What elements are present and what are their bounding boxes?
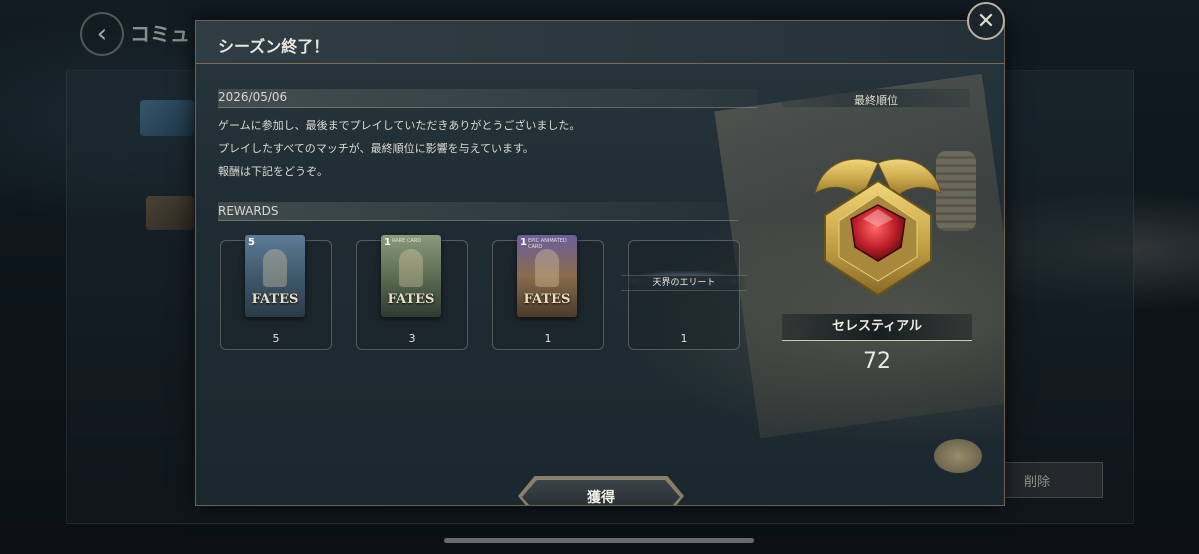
rank-name-bar: セレスティアル (782, 314, 972, 341)
coin-illustration (934, 439, 982, 473)
message-line: ゲームに参加し、最後までプレイしていただきありがとうございました。 (218, 119, 581, 132)
pack-name: FATES (251, 292, 299, 307)
epic-card-pack-icon: 1 EPIC ANIMATED CARD FATES (517, 235, 577, 317)
reward-item[interactable]: 1 RARE CARD FATES 3 (356, 235, 468, 350)
close-icon[interactable]: ✕ (967, 2, 1005, 40)
home-indicator (444, 538, 754, 543)
reward-quantity: 5 (272, 332, 280, 345)
rank-name: セレスティアル (831, 319, 923, 334)
message-line: 報酬は下記をどうぞ。 (218, 165, 328, 178)
celestial-rank-badge-icon (814, 158, 942, 297)
pack-tag: EPIC ANIMATED CARD (528, 238, 567, 250)
background-page-title: コミュ (130, 22, 190, 46)
pack-count: 1 (384, 237, 391, 248)
title-reward-banner: 天界のエリート (621, 275, 747, 291)
final-rank-header: 最終順位 (782, 89, 970, 107)
pack-name: FATES (387, 292, 435, 307)
rank-score: 72 (863, 349, 891, 374)
chest-icon (146, 196, 194, 230)
pack-count: 1 (520, 237, 527, 248)
reward-quantity: 1 (680, 332, 688, 345)
message-line: プレイしたすべてのマッチが、最終順位に影響を与えています。 (218, 142, 534, 155)
delete-button: 削除 (1003, 462, 1103, 498)
reward-item[interactable]: 5 FATES 5 (220, 235, 332, 350)
pack-count: 5 (248, 237, 255, 248)
rare-card-pack-icon: 1 RARE CARD FATES (381, 235, 441, 317)
mail-icon (140, 100, 194, 136)
season-end-modal: シーズン終了！ 2026/05/06 ゲームに参加し、最後までプレイしていただき… (195, 20, 1005, 506)
season-date: 2026/05/06 (218, 90, 288, 104)
card-pack-icon: 5 FATES (245, 235, 305, 317)
date-bar: 2026/05/06 (218, 89, 758, 108)
final-rank-label: 最終順位 (854, 94, 898, 107)
claim-button[interactable]: 獲得 (522, 479, 680, 505)
pack-tag: RARE CARD (392, 238, 422, 244)
pack-name: FATES (523, 292, 571, 307)
modal-title: シーズン終了！ (218, 37, 330, 56)
modal-header: シーズン終了！ (196, 21, 1004, 64)
reward-quantity: 3 (408, 332, 416, 345)
reward-item[interactable]: 1 EPIC ANIMATED CARD FATES 1 (492, 235, 604, 350)
rewards-header: REWARDS (218, 202, 738, 221)
reward-quantity: 1 (544, 332, 552, 345)
back-arrow-icon: ‹ (80, 12, 124, 56)
reward-item[interactable]: 天界のエリート 1 (621, 240, 747, 350)
rewards-label: REWARDS (218, 204, 279, 218)
